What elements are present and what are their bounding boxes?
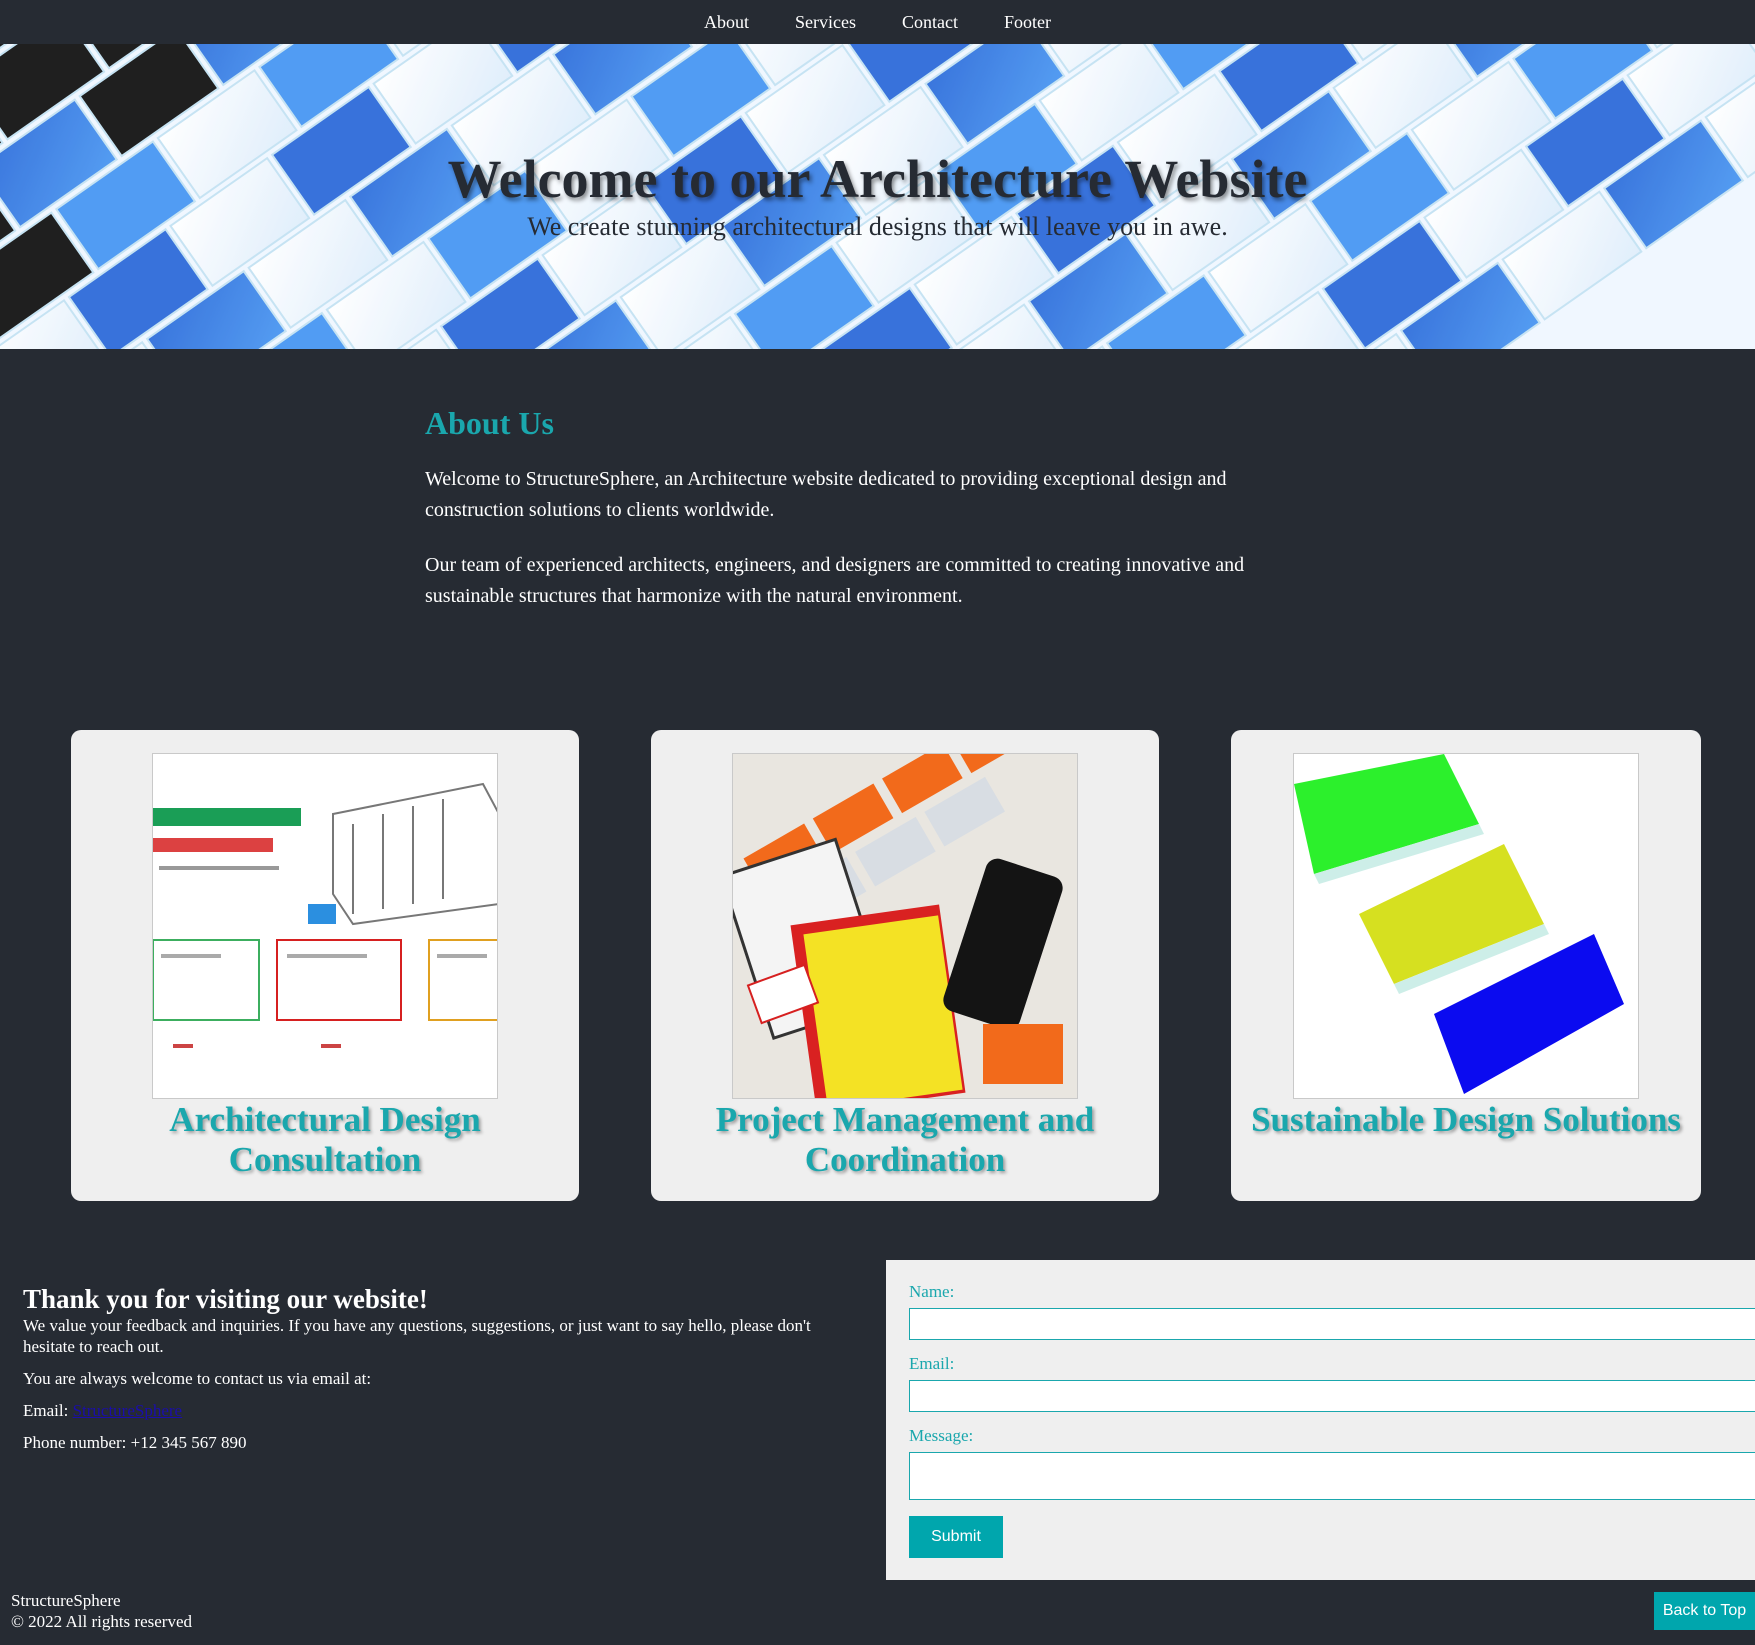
service-image-project-documents <box>732 753 1078 1099</box>
footer-copyright: © 2022 All rights reserved <box>11 1612 192 1631</box>
message-field[interactable] <box>909 1452 1755 1500</box>
about-paragraph-1: Welcome to StructureSphere, an Architect… <box>425 468 1227 521</box>
name-field[interactable] <box>909 1308 1755 1340</box>
name-label: Name: <box>909 1282 955 1301</box>
contact-info-section: Thank you for visiting our website! We v… <box>23 1283 853 1464</box>
about-section: About Us Welcome to StructureSphere, an … <box>425 405 1305 636</box>
contact-phone: Phone number: +12 345 567 890 <box>23 1433 247 1452</box>
nav-services-link[interactable]: Services <box>795 12 856 33</box>
service-image-architectural-plan <box>152 753 498 1099</box>
service-image-sustainable-labels <box>1293 753 1639 1099</box>
email-link[interactable]: StructureSphere <box>73 1401 183 1420</box>
email-label: Email: <box>23 1401 69 1420</box>
submit-button[interactable]: Submit <box>909 1516 1003 1558</box>
contact-intro: We value your feedback and inquiries. If… <box>23 1316 811 1356</box>
email-label: Email: <box>909 1354 955 1373</box>
service-card: Sustainable Design Solutions <box>1231 730 1701 1201</box>
about-paragraph-2: Our team of experienced architects, engi… <box>425 554 1245 607</box>
service-card: Project Management and Coordination <box>651 730 1159 1201</box>
service-title: Sustainable Design Solutions <box>1251 1100 1681 1139</box>
service-title: Architectural Design Consultation <box>169 1100 481 1179</box>
footer: StructureSphere © 2022 All rights reserv… <box>11 1590 192 1632</box>
email-field[interactable] <box>909 1380 1755 1412</box>
footer-brand: StructureSphere <box>11 1591 121 1610</box>
hero-title: Welcome to our Architecture Website <box>447 149 1308 209</box>
hero-subtitle: We create stunning architectural designs… <box>527 212 1228 241</box>
message-label: Message: <box>909 1426 974 1445</box>
contact-heading: Thank you for visiting our website! <box>23 1284 428 1314</box>
nav-contact-link[interactable]: Contact <box>902 12 958 33</box>
service-card: Architectural Design Consultation <box>71 730 579 1201</box>
about-heading: About Us <box>425 405 554 441</box>
contact-form: Name: Email: Message: Submit <box>886 1260 1755 1580</box>
hero-banner: Welcome to our Architecture Website We c… <box>0 44 1755 349</box>
service-title: Project Management and Coordination <box>715 1100 1095 1179</box>
contact-email-line: Email: StructureSphere <box>23 1400 853 1421</box>
nav-about-link[interactable]: About <box>704 12 749 33</box>
nav-footer-link[interactable]: Footer <box>1004 12 1051 33</box>
contact-welcome: You are always welcome to contact us via… <box>23 1369 372 1388</box>
back-to-top-button[interactable]: Back to Top <box>1654 1592 1755 1630</box>
top-nav: About Services Contact Footer <box>0 0 1755 44</box>
